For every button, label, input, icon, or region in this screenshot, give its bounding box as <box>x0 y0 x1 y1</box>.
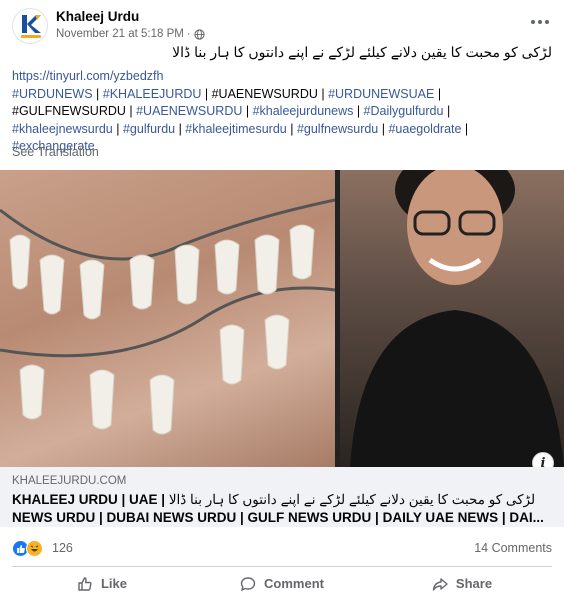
hashtag-link[interactable]: #khaleejurdunews <box>253 104 354 118</box>
hashtag-link[interactable]: #uaegoldrate <box>388 122 461 136</box>
post-body: https://tinyurl.com/yzbedzfh #URDUNEWS |… <box>12 68 552 156</box>
globe-icon[interactable] <box>193 28 205 40</box>
hashtag-separator: | <box>378 121 389 136</box>
comment-count[interactable]: 14 Comments <box>474 541 552 555</box>
action-bar: Like Comment Share <box>12 568 552 599</box>
hashtag-separator: | <box>242 104 253 118</box>
hashtag-separator: | <box>125 104 137 118</box>
link-title-urdu: لڑکی کو محبت کا یقین دلانے کیلئے لڑکے نے… <box>168 492 536 507</box>
hashtag-link[interactable]: #GULFNEWSURDU <box>12 104 126 118</box>
facebook-post: Khaleej Urdu November 21 at 5:18 PM · لڑ… <box>0 0 564 601</box>
hashtag-separator: | <box>443 104 451 118</box>
post-urdu-title: لڑکی کو محبت کا یقین دلانے کیلئے لڑکے نے… <box>172 44 552 60</box>
hashtag-link[interactable]: #UAENEWSURDU <box>136 104 242 118</box>
hashtag-link[interactable]: #KHALEEJURDU <box>103 87 202 101</box>
share-button[interactable]: Share <box>372 568 552 599</box>
reaction-summary: 126 14 Comments <box>12 538 552 558</box>
hashtag-link[interactable]: #URDUNEWS <box>12 87 93 101</box>
hashtag-link[interactable]: #UAENEWSURDU <box>212 87 318 101</box>
teeth-necklace-photo <box>0 170 336 467</box>
page-avatar[interactable] <box>12 8 48 44</box>
more-options-icon[interactable] <box>528 12 552 32</box>
hashtag-link[interactable]: #gulfurdu <box>123 122 175 136</box>
comment-button[interactable]: Comment <box>192 568 372 599</box>
comment-label: Comment <box>264 576 324 591</box>
share-label: Share <box>455 576 493 591</box>
divider <box>12 566 552 567</box>
thumbs-up-icon <box>78 576 92 591</box>
hashtag-separator: | <box>201 86 212 101</box>
hashtag-separator: | <box>353 104 364 118</box>
link-domain: KHALEEJURDU.COM <box>12 475 127 487</box>
khaleej-urdu-logo-icon <box>13 9 47 43</box>
hashtag-link[interactable]: #khaleejnewsurdu <box>12 122 113 136</box>
hashtag-link[interactable]: #Dailygulfurdu <box>364 104 444 118</box>
hashtag-separator: | <box>461 121 469 136</box>
reaction-icons[interactable] <box>12 540 43 557</box>
like-label: Like <box>100 576 127 591</box>
man-smiling-photo <box>340 170 564 467</box>
meta-separator: · <box>186 28 191 40</box>
hashtag-separator: | <box>317 86 329 101</box>
link-title-suffix: NEWS URDU | DUBAI NEWS URDU | GULF NEWS … <box>12 510 544 525</box>
see-translation-link[interactable]: See Translation <box>12 145 99 159</box>
post-timestamp[interactable]: November 21 at 5:18 PM <box>56 28 184 40</box>
share-icon <box>432 577 448 591</box>
hashtag-separator: | <box>286 121 297 136</box>
hashtag-link[interactable]: #gulfnewsurdu <box>297 122 378 136</box>
haha-reaction-icon <box>26 540 43 557</box>
hashtag-separator: | <box>175 121 186 136</box>
hashtag-link[interactable]: #khaleejtimesurdu <box>185 122 286 136</box>
link-preview[interactable]: KHALEEJURDU.COM KHALEEJ URDU | UAE | لڑک… <box>0 467 564 527</box>
hashtag-separator: | <box>112 121 123 136</box>
post-header: Khaleej Urdu November 21 at 5:18 PM · <box>12 8 552 44</box>
comment-icon <box>240 576 256 591</box>
hashtag-link[interactable]: #URDUNEWSUAE <box>328 87 434 101</box>
post-meta: November 21 at 5:18 PM · <box>56 28 205 40</box>
hashtag-separator: | <box>92 86 103 101</box>
hashtag-separator: | <box>434 86 442 101</box>
post-image[interactable] <box>0 170 564 467</box>
post-link[interactable]: https://tinyurl.com/yzbedzfh <box>12 69 163 83</box>
reaction-count[interactable]: 126 <box>52 541 73 555</box>
link-title-prefix: KHALEEJ URDU | UAE | <box>12 492 166 507</box>
like-button[interactable]: Like <box>12 568 192 599</box>
page-name[interactable]: Khaleej Urdu <box>56 9 139 24</box>
link-title: KHALEEJ URDU | UAE | لڑکی کو محبت کا یقی… <box>12 491 552 527</box>
